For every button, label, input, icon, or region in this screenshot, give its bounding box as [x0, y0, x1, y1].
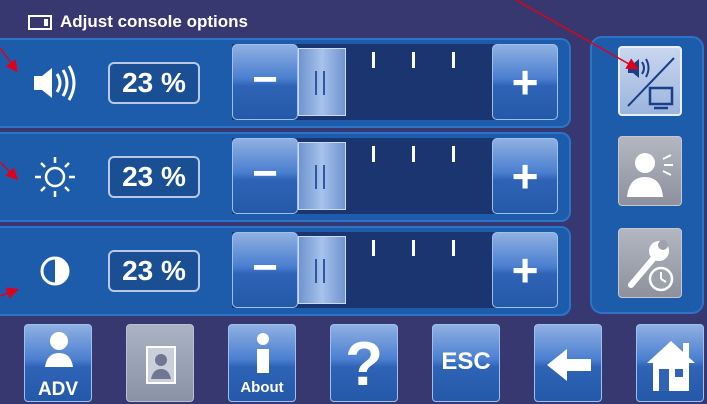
- volume-value: 23 %: [108, 62, 200, 104]
- console-icon: [28, 15, 52, 30]
- page-title: Adjust console options: [60, 12, 248, 31]
- info-icon: [257, 333, 269, 373]
- audio-display-icon: [627, 57, 675, 110]
- contrast-increase-button[interactable]: +: [492, 232, 558, 308]
- about-button[interactable]: About: [228, 324, 296, 402]
- volume-row: 23 % − +: [0, 38, 571, 128]
- adv-label: ADV: [37, 379, 79, 400]
- brightness-slider-thumb[interactable]: [298, 142, 346, 210]
- brightness-icon: [35, 157, 75, 197]
- side-panel: [590, 36, 704, 314]
- brightness-decrease-button[interactable]: −: [232, 138, 298, 214]
- esc-label: ESC: [441, 348, 491, 375]
- user-adv-icon: [45, 332, 73, 367]
- wrench-clock-icon: [628, 240, 674, 292]
- user-card-button[interactable]: [126, 324, 194, 402]
- title-bar: Adjust console options: [0, 8, 707, 36]
- settings-schedule-button[interactable]: [618, 228, 682, 298]
- home-icon: [647, 341, 695, 391]
- user-card-icon: [146, 346, 176, 384]
- brightness-row: 23 % − +: [0, 132, 571, 222]
- help-button[interactable]: ?: [330, 324, 398, 402]
- adv-button[interactable]: ADV: [24, 324, 92, 402]
- brightness-value: 23 %: [108, 156, 200, 198]
- about-label: About: [240, 379, 284, 396]
- back-button[interactable]: [534, 324, 602, 402]
- volume-increase-button[interactable]: +: [492, 44, 558, 120]
- brightness-increase-button[interactable]: +: [492, 138, 558, 214]
- home-button[interactable]: [636, 324, 704, 402]
- contrast-decrease-button[interactable]: −: [232, 232, 298, 308]
- volume-decrease-button[interactable]: −: [232, 44, 298, 120]
- contrast-value: 23 %: [108, 250, 200, 292]
- contrast-icon: [40, 256, 70, 286]
- console-screen: Adjust console options 23 % − + 23 % − +…: [0, 0, 707, 404]
- user-speaker-button[interactable]: [618, 136, 682, 206]
- volume-icon: [34, 65, 76, 101]
- help-icon: ?: [345, 330, 383, 399]
- volume-slider-thumb[interactable]: [298, 48, 346, 116]
- esc-button[interactable]: ESC: [432, 324, 500, 402]
- bottom-toolbar: ADV About ? ESC: [0, 320, 707, 404]
- user-speaker-icon: [627, 153, 673, 197]
- back-arrow-icon: [547, 349, 591, 381]
- audio-display-button[interactable]: [618, 46, 682, 116]
- contrast-slider-thumb[interactable]: [298, 236, 346, 304]
- contrast-row: 23 % − +: [0, 226, 571, 316]
